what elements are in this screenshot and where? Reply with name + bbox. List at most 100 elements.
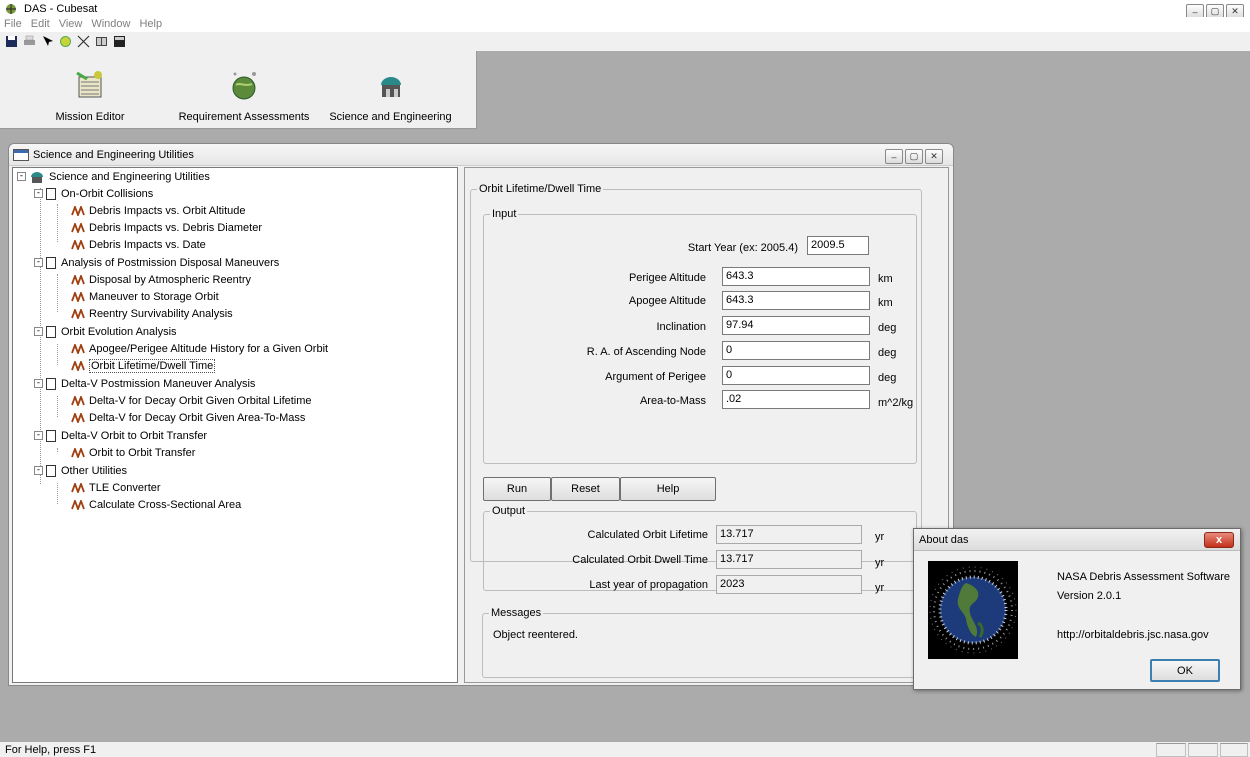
calculator-icon[interactable] — [112, 35, 126, 49]
reset-button[interactable]: Reset — [551, 477, 620, 501]
observatory-icon — [380, 77, 401, 97]
lifetime-label: Calculated Orbit Lifetime — [587, 529, 708, 541]
tree-group-label: Delta-V Postmission Maneuver Analysis — [61, 377, 256, 390]
tree-item[interactable]: Delta-V for Decay Orbit Given Orbital Li… — [71, 392, 312, 409]
tree-item[interactable]: Reentry Survivability Analysis — [71, 305, 233, 322]
tree-item-label: TLE Converter — [89, 481, 161, 494]
tree-item-selected[interactable]: Orbit Lifetime/Dwell Time — [71, 357, 216, 374]
collapse-icon[interactable]: - — [17, 172, 26, 181]
messages-group: Messages Object reentered. — [482, 607, 924, 678]
status-pane — [1220, 743, 1248, 757]
tree-item-label: Debris Impacts vs. Debris Diameter — [89, 221, 262, 234]
input-group: Input Start Year (ex: 2005.4) 2009.5 Per… — [483, 208, 917, 464]
tree-item-label: Apogee/Perigee Altitude History for a Gi… — [89, 342, 329, 355]
tree-root[interactable]: - Science and Engineering Utilities — [17, 168, 210, 185]
assessment-icon[interactable] — [76, 35, 90, 49]
tree-group-label: On-Orbit Collisions — [61, 187, 154, 200]
perigee-unit: km — [878, 273, 893, 285]
inclination-field[interactable]: 97.94 — [722, 316, 870, 335]
tree-item[interactable]: Disposal by Atmospheric Reentry — [71, 271, 251, 288]
collapse-icon[interactable]: - — [34, 189, 43, 198]
collapse-icon[interactable]: - — [34, 431, 43, 440]
requirement-assessments-button[interactable]: Requirement Assessments — [174, 53, 314, 127]
argp-field[interactable]: 0 — [722, 366, 870, 385]
help-button[interactable]: Help — [620, 477, 716, 501]
tree-item-label: Maneuver to Storage Orbit — [89, 290, 219, 303]
raan-field[interactable]: 0 — [722, 341, 870, 360]
tree-group-delta-v-postmission[interactable]: - Delta-V Postmission Maneuver Analysis — [34, 375, 255, 392]
collapse-icon[interactable]: - — [34, 327, 43, 336]
tree-item[interactable]: Debris Impacts vs. Date — [71, 236, 206, 253]
utility-icon — [71, 239, 85, 250]
menu-file[interactable]: File — [4, 17, 22, 31]
tree-group-postmission-disposal[interactable]: - Analysis of Postmission Disposal Maneu… — [34, 254, 279, 271]
tree-item[interactable]: Apogee/Perigee Altitude History for a Gi… — [71, 340, 328, 357]
app-icon — [6, 3, 16, 14]
about-close-button[interactable]: x — [1204, 532, 1234, 548]
area-mass-unit: m^2/kg — [878, 397, 914, 409]
document-icon — [46, 256, 56, 269]
book-icon[interactable] — [94, 35, 108, 49]
document-icon — [46, 464, 56, 477]
argp-unit: deg — [878, 372, 897, 384]
tree-item-label: Delta-V for Decay Orbit Given Orbital Li… — [89, 394, 312, 407]
tree-item[interactable]: Calculate Cross-Sectional Area — [71, 496, 241, 513]
utility-icon — [71, 395, 85, 406]
tree-item[interactable]: Debris Impacts vs. Debris Diameter — [71, 219, 262, 236]
tree-item[interactable]: TLE Converter — [71, 479, 161, 496]
area-mass-field[interactable]: .02 — [722, 390, 870, 409]
tree-item-label: Orbit Lifetime/Dwell Time — [89, 358, 216, 373]
module-bar: Mission Editor Requirement Assessments S… — [0, 51, 1250, 131]
tree-group-on-orbit-collisions[interactable]: - On-Orbit Collisions — [34, 185, 153, 202]
tree-item[interactable]: Maneuver to Storage Orbit — [71, 288, 219, 305]
child-close-button[interactable]: ✕ — [925, 149, 943, 164]
child-maximize-button[interactable]: ▢ — [905, 149, 923, 164]
print-icon[interactable] — [22, 35, 36, 49]
utility-icon — [71, 274, 85, 285]
tree-item[interactable]: Orbit to Orbit Transfer — [71, 444, 195, 461]
mission-editor-button[interactable]: Mission Editor — [50, 53, 130, 127]
perigee-field[interactable]: 643.3 — [722, 267, 870, 286]
tree-group-orbit-transfer[interactable]: - Delta-V Orbit to Orbit Transfer — [34, 427, 207, 444]
dwell-label: Calculated Orbit Dwell Time — [572, 554, 708, 566]
child-minimize-button[interactable]: – — [885, 149, 903, 164]
utility-icon — [71, 343, 85, 354]
start-year-field[interactable]: 2009.5 — [807, 236, 869, 255]
title-bar: DAS - Cubesat – ▢ ✕ — [0, 0, 1250, 19]
tree-group-other-utilities[interactable]: - Other Utilities — [34, 462, 127, 479]
raan-label: R. A. of Ascending Node — [586, 346, 706, 358]
globe-icon — [232, 72, 256, 100]
save-icon[interactable] — [4, 35, 18, 49]
collapse-icon[interactable]: - — [34, 466, 43, 475]
child-window-controls: – ▢ ✕ — [885, 149, 943, 164]
menu-edit[interactable]: Edit — [31, 17, 50, 31]
tree-item-label: Disposal by Atmospheric Reentry — [89, 273, 252, 286]
debris-globe-image — [928, 561, 1018, 659]
perigee-label: Perigee Altitude — [628, 272, 706, 284]
argp-label: Argument of Perigee — [605, 371, 706, 383]
area-mass-label: Area-to-Mass — [639, 395, 706, 407]
mission-editor-icon[interactable] — [58, 35, 72, 49]
tree-item[interactable]: Debris Impacts vs. Orbit Altitude — [71, 202, 246, 219]
input-title: Input — [490, 208, 519, 220]
utility-icon — [71, 499, 85, 510]
requirement-assessments-label: Requirement Assessments — [178, 111, 310, 123]
help-pointer-icon[interactable] — [40, 35, 54, 49]
tree-item[interactable]: Delta-V for Decay Orbit Given Area-To-Ma… — [71, 409, 305, 426]
menu-view[interactable]: View — [59, 17, 83, 31]
utility-icon — [71, 447, 85, 458]
tree-item-label: Debris Impacts vs. Orbit Altitude — [89, 204, 246, 217]
apogee-field[interactable]: 643.3 — [722, 291, 870, 310]
tree-group-orbit-evolution[interactable]: - Orbit Evolution Analysis — [34, 323, 177, 340]
collapse-icon[interactable]: - — [34, 258, 43, 267]
science-engineering-button[interactable]: Science and Engineering — [318, 53, 463, 127]
menu-help[interactable]: Help — [139, 17, 162, 31]
ok-button[interactable]: OK — [1150, 659, 1220, 682]
about-title: About das — [919, 533, 969, 546]
run-button[interactable]: Run — [483, 477, 551, 501]
menu-window[interactable]: Window — [91, 17, 130, 31]
science-engineering-window: Science and Engineering Utilities – ▢ ✕ … — [8, 143, 954, 686]
collapse-icon[interactable]: - — [34, 379, 43, 388]
utilities-tree[interactable]: - Science and Engineering Utilities - On… — [12, 167, 458, 683]
utility-icon — [71, 205, 85, 216]
